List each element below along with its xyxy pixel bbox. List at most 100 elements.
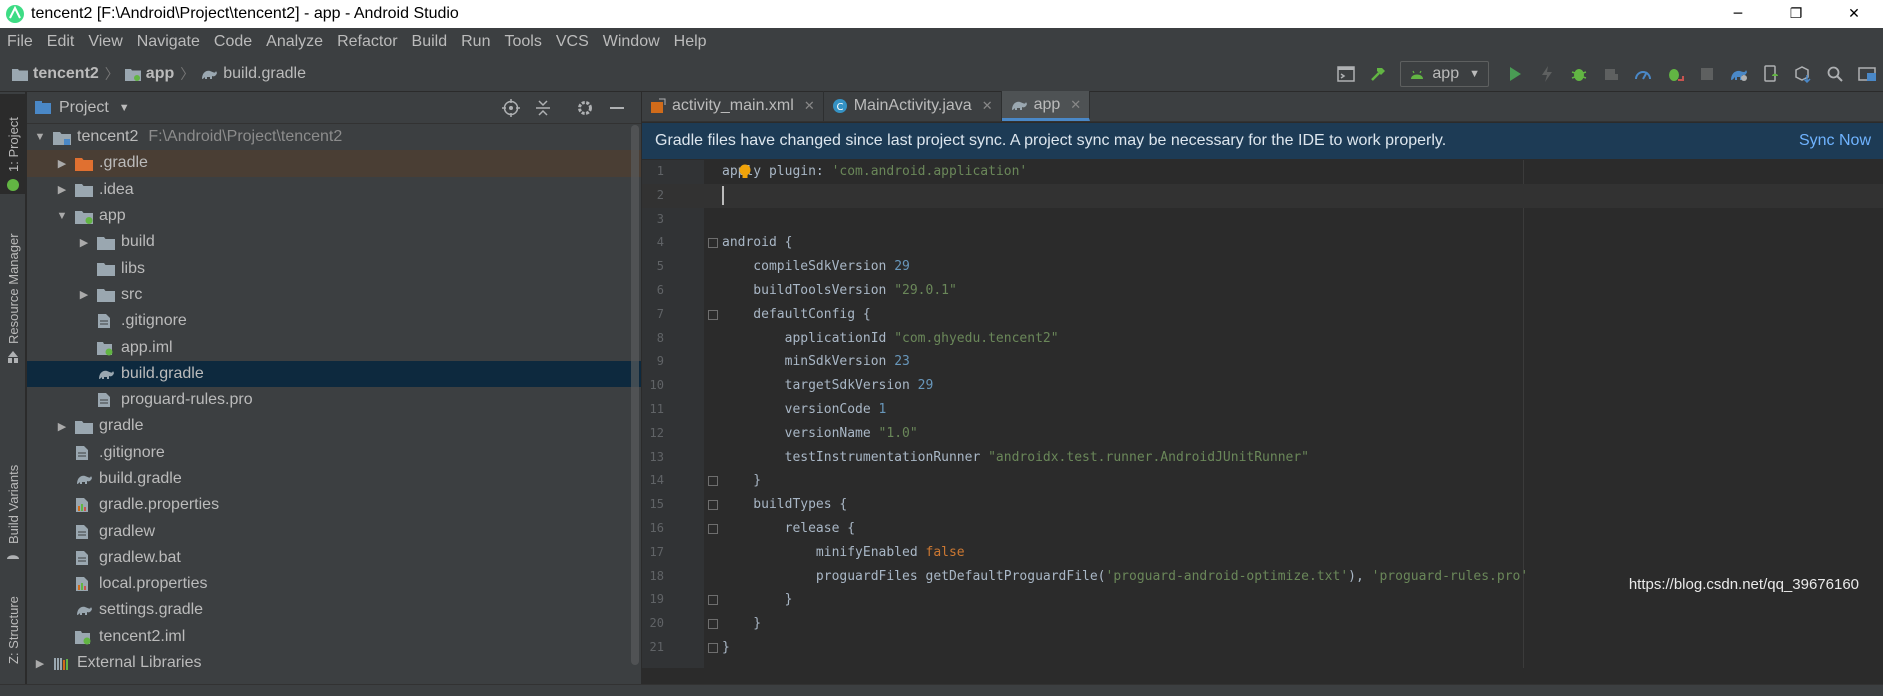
tree-item[interactable]: ▶gradlew: [27, 518, 641, 544]
chevron-down-icon[interactable]: ▼: [33, 131, 47, 143]
collapse-all-button[interactable]: [527, 99, 559, 117]
locate-file-button[interactable]: [495, 99, 527, 117]
menu-tools[interactable]: Tools: [497, 28, 548, 56]
breadcrumb-project[interactable]: tencent2: [12, 65, 99, 83]
project-panel-title[interactable]: Project: [59, 99, 109, 117]
chevron-down-icon[interactable]: ▼: [119, 102, 130, 114]
tool-tab-structure[interactable]: Z: Structure: [0, 582, 26, 672]
attach-debugger-button[interactable]: [1330, 56, 1362, 92]
make-project-button[interactable]: [1362, 56, 1394, 92]
menu-refactor[interactable]: Refactor: [330, 28, 404, 56]
menu-navigate[interactable]: Navigate: [130, 28, 207, 56]
code-line[interactable]: 16 release {: [642, 517, 1883, 541]
tree-item[interactable]: ▶ .gradle: [27, 150, 641, 177]
tree-item[interactable]: ▶ External Libraries: [27, 650, 641, 676]
project-tree-scrollbar[interactable]: [631, 125, 639, 665]
restore-button[interactable]: ❐: [1767, 0, 1825, 28]
breadcrumb-file[interactable]: build.gradle: [200, 65, 306, 83]
tree-item[interactable]: ▶ build: [27, 229, 641, 255]
tree-item[interactable]: ▶.gitignore: [27, 308, 641, 334]
chevron-right-icon[interactable]: ▶: [55, 420, 69, 433]
tree-item[interactable]: ▼ tencent2 F:\Android\Project\tencent2: [27, 124, 641, 150]
close-icon[interactable]: ✕: [982, 98, 993, 114]
code-line[interactable]: 17 minifyEnabled false: [642, 541, 1883, 565]
lightbulb-icon[interactable]: [738, 164, 752, 180]
menu-build[interactable]: Build: [405, 28, 455, 56]
sdk-manager-button[interactable]: [1787, 56, 1819, 92]
close-icon[interactable]: ✕: [804, 98, 815, 114]
code-line[interactable]: 6 buildToolsVersion "29.0.1": [642, 279, 1883, 303]
fold-marker-icon[interactable]: [708, 595, 718, 606]
code-line[interactable]: 2: [642, 183, 1883, 208]
tree-item[interactable]: ▶ gradle: [27, 413, 641, 439]
chevron-right-icon[interactable]: ▶: [55, 157, 69, 170]
fold-marker-icon[interactable]: [708, 500, 718, 511]
tab-activity-main-xml[interactable]: activity_main.xml ✕: [642, 91, 824, 121]
chevron-down-icon[interactable]: ▼: [55, 210, 69, 222]
minimize-button[interactable]: ─: [1709, 0, 1767, 28]
tree-item[interactable]: ▶build.gradle: [27, 466, 641, 492]
project-structure-button[interactable]: [1851, 56, 1883, 92]
tree-item[interactable]: ▶app.iml: [27, 334, 641, 360]
apply-changes-button[interactable]: [1531, 56, 1563, 92]
tree-item[interactable]: ▶proguard-rules.pro: [27, 387, 641, 413]
code-line[interactable]: 4 android {: [642, 231, 1883, 255]
menu-run[interactable]: Run: [454, 28, 497, 56]
code-line[interactable]: 13 testInstrumentationRunner "androidx.t…: [642, 446, 1883, 470]
chevron-right-icon[interactable]: ▶: [33, 657, 47, 670]
run-configuration-selector[interactable]: app ▼: [1400, 61, 1489, 87]
menu-vcs[interactable]: VCS: [549, 28, 596, 56]
menu-view[interactable]: View: [81, 28, 129, 56]
close-button[interactable]: ✕: [1825, 0, 1883, 28]
close-icon[interactable]: ✕: [1070, 97, 1081, 113]
code-line[interactable]: 7 defaultConfig {: [642, 303, 1883, 327]
tree-item[interactable]: ▶ src: [27, 282, 641, 308]
fold-marker-icon[interactable]: [708, 309, 718, 320]
fold-marker-icon[interactable]: [708, 476, 718, 487]
tree-item[interactable]: ▼ app: [27, 203, 641, 229]
fold-marker-icon[interactable]: [708, 238, 718, 249]
sync-project-button[interactable]: [1723, 56, 1755, 92]
attach-debugger-to-process-button[interactable]: [1659, 56, 1691, 92]
code-line[interactable]: 8 applicationId "com.ghyedu.tencent2": [642, 327, 1883, 351]
tree-item[interactable]: ▶gradle.properties: [27, 492, 641, 518]
tool-tab-project[interactable]: 1: Project: [0, 94, 26, 194]
hide-panel-button[interactable]: [601, 106, 633, 110]
code-line[interactable]: 3: [642, 208, 1883, 232]
tree-item[interactable]: ▶local.properties: [27, 571, 641, 597]
settings-button[interactable]: [569, 99, 601, 117]
debug-button[interactable]: [1563, 56, 1595, 92]
search-everywhere-button[interactable]: [1819, 56, 1851, 92]
stop-button[interactable]: [1691, 56, 1723, 92]
tab-app-build-gradle[interactable]: app ✕: [1001, 91, 1091, 121]
fold-marker-icon[interactable]: [708, 524, 718, 534]
breadcrumb-module[interactable]: app: [124, 65, 174, 83]
profile-button[interactable]: [1595, 56, 1627, 92]
fold-marker-icon[interactable]: [708, 643, 718, 653]
tree-item[interactable]: ▶gradlew.bat: [27, 545, 641, 571]
chevron-right-icon[interactable]: ▶: [55, 183, 69, 196]
code-line[interactable]: 15 buildTypes {: [642, 493, 1883, 517]
tree-item[interactable]: ▶build.gradle: [27, 360, 641, 387]
tree-item[interactable]: ▶.gitignore: [27, 440, 641, 466]
menu-help[interactable]: Help: [667, 28, 714, 56]
profiler-button[interactable]: [1627, 56, 1659, 92]
tree-item[interactable]: ▶ .idea: [27, 177, 641, 203]
code-line[interactable]: 11 versionCode 1: [642, 398, 1883, 422]
tree-item[interactable]: ▶libs: [27, 255, 641, 281]
sync-now-link[interactable]: Sync Now: [1799, 132, 1871, 150]
menu-code[interactable]: Code: [207, 28, 259, 56]
fold-marker-icon[interactable]: [708, 619, 718, 630]
menu-window[interactable]: Window: [596, 28, 667, 56]
tool-tab-build-variants[interactable]: Build Variants: [0, 452, 26, 562]
code-line[interactable]: 5 compileSdkVersion 29: [642, 255, 1883, 279]
chevron-right-icon[interactable]: ▶: [77, 236, 91, 249]
tool-tab-resource-manager[interactable]: Resource Manager: [0, 222, 26, 363]
code-line[interactable]: 21}: [642, 636, 1883, 660]
code-line[interactable]: 14 }: [642, 469, 1883, 493]
menu-edit[interactable]: Edit: [40, 28, 82, 56]
code-line[interactable]: 20 }: [642, 612, 1883, 636]
menu-file[interactable]: File: [0, 28, 40, 56]
tree-item[interactable]: ▶settings.gradle: [27, 597, 641, 623]
code-line[interactable]: 9 minSdkVersion 23: [642, 350, 1883, 374]
